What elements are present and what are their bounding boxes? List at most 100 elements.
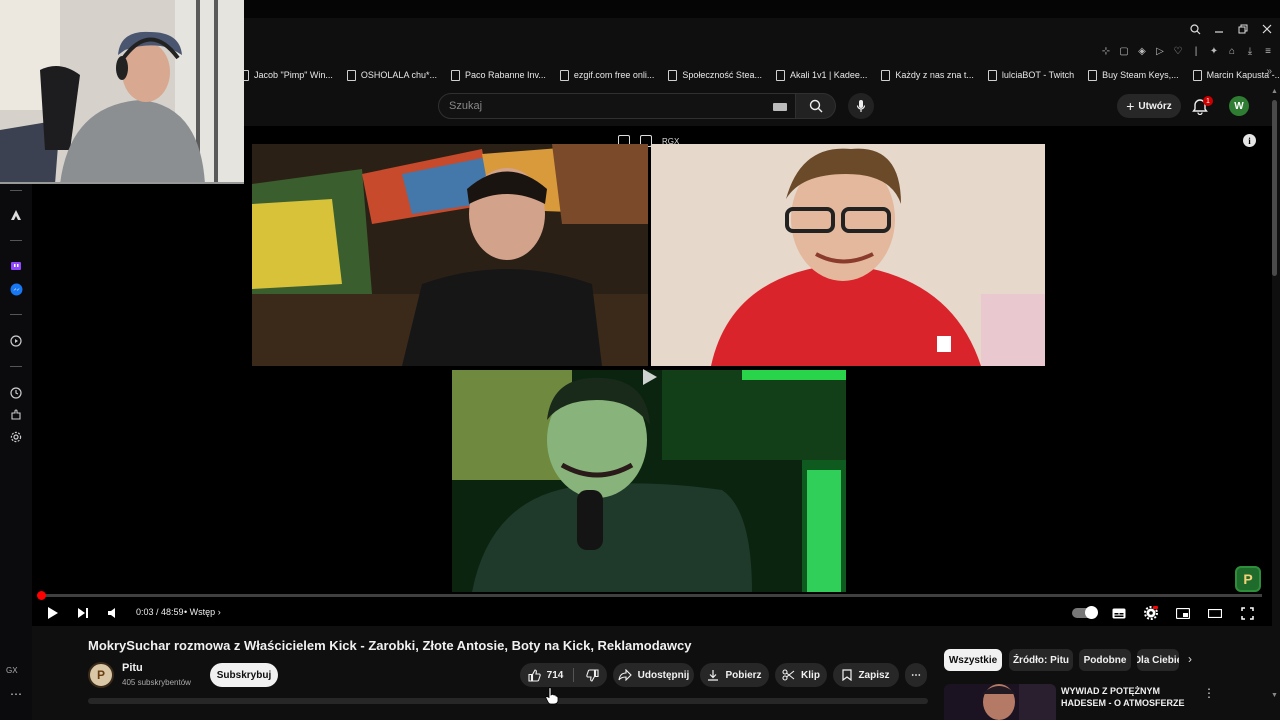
miniplayer-button[interactable] bbox=[1174, 602, 1192, 624]
account-avatar[interactable]: W bbox=[1229, 96, 1249, 116]
progress-scrubber[interactable] bbox=[37, 591, 46, 600]
theater-button[interactable] bbox=[1206, 602, 1224, 624]
twitch-icon[interactable] bbox=[8, 259, 24, 275]
more-actions-button[interactable]: ⋯ bbox=[905, 663, 927, 687]
download-label: Pobierz bbox=[725, 669, 762, 681]
microphone-icon bbox=[856, 100, 866, 112]
bookmarks-bar: Jacob "Pimp" Win... OSHOLALA chu*... Paco … bbox=[240, 66, 1280, 84]
chapter-title: Wstęp bbox=[189, 607, 216, 617]
chip-filter[interactable]: Źródło: Pitu bbox=[1009, 649, 1073, 671]
subtitles-button[interactable] bbox=[1110, 602, 1128, 624]
dislike-button[interactable] bbox=[580, 668, 599, 682]
save-button[interactable]: Zapisz bbox=[833, 663, 899, 687]
volume-button[interactable] bbox=[104, 602, 122, 624]
channel-avatar[interactable]: P bbox=[88, 662, 114, 688]
pin-icon[interactable]: ⊹ bbox=[1100, 44, 1112, 58]
download-icon[interactable]: ⤓ bbox=[1244, 44, 1256, 58]
more-vertical-icon[interactable]: ⋮ bbox=[1203, 686, 1215, 700]
restore-icon[interactable] bbox=[1236, 22, 1250, 36]
save-label: Zapisz bbox=[858, 669, 890, 681]
page-icon bbox=[775, 69, 785, 81]
clip-button[interactable]: Klip bbox=[775, 663, 827, 687]
bookmark-item[interactable]: Buy Steam Keys,... bbox=[1088, 69, 1179, 81]
bookmark-item[interactable]: OSHOLALA chu*... bbox=[346, 69, 437, 81]
voice-search-button[interactable] bbox=[848, 93, 874, 119]
history-icon[interactable] bbox=[8, 385, 24, 401]
player-icon[interactable] bbox=[8, 333, 24, 349]
snapshot-icon[interactable]: ▢ bbox=[1118, 44, 1130, 58]
download-button[interactable]: Pobierz bbox=[700, 663, 769, 687]
chapter-separator: • bbox=[184, 607, 188, 617]
recommendation-thumbnail[interactable] bbox=[944, 684, 1056, 720]
streamer-webcam bbox=[0, 0, 244, 184]
shield-icon[interactable]: ◈ bbox=[1136, 44, 1148, 58]
play-overlay-icon[interactable] bbox=[642, 368, 658, 386]
share-button[interactable]: Udostępnij bbox=[613, 663, 694, 687]
bookmark-item[interactable]: Każdy z nas zna t... bbox=[881, 69, 974, 81]
like-dislike-group: 714 bbox=[520, 663, 607, 687]
chip-filter[interactable]: Wszystkie bbox=[944, 649, 1002, 671]
bookmark-item[interactable]: Paco Rabanne Inv... bbox=[450, 69, 546, 81]
messenger-icon[interactable] bbox=[8, 281, 24, 297]
keyboard-icon[interactable] bbox=[773, 103, 787, 111]
search-box[interactable] bbox=[438, 93, 796, 119]
search-input[interactable] bbox=[449, 100, 749, 112]
vpn-icon[interactable]: ⌂ bbox=[1226, 44, 1238, 58]
chevron-right-icon[interactable]: › bbox=[1188, 652, 1192, 666]
share-icon bbox=[618, 669, 632, 681]
chapter-button[interactable]: • Wstęp › bbox=[184, 607, 221, 617]
bookmark-item[interactable]: ezgif.com free onli... bbox=[559, 69, 654, 81]
more-bookmarks-icon[interactable]: » bbox=[1266, 66, 1272, 77]
aria-icon[interactable] bbox=[8, 207, 24, 223]
play-button[interactable] bbox=[44, 602, 62, 624]
subscribe-button[interactable]: Subskrybuj bbox=[210, 663, 278, 687]
page-icon bbox=[987, 69, 997, 81]
video-frame-host bbox=[252, 144, 648, 366]
settings-button[interactable] bbox=[1142, 602, 1160, 624]
bookmark-item[interactable]: Społeczność Stea... bbox=[668, 69, 762, 81]
subtitles-icon bbox=[1112, 608, 1126, 618]
bookmark-item[interactable]: Jacob "Pimp" Win... bbox=[240, 69, 333, 81]
scroll-up-icon[interactable]: ▲ bbox=[1271, 88, 1278, 95]
gx-corner-label[interactable]: GX bbox=[6, 666, 18, 675]
bookmark-label: Każdy z nas zna t... bbox=[895, 70, 974, 80]
like-count: 714 bbox=[546, 669, 564, 681]
description-box[interactable] bbox=[88, 698, 928, 704]
next-button[interactable] bbox=[74, 602, 92, 624]
page-icon bbox=[668, 69, 678, 81]
chip-filter[interactable]: Podobne bbox=[1079, 649, 1131, 671]
channel-name[interactable]: Pitu bbox=[122, 662, 143, 674]
window-controls bbox=[1188, 22, 1274, 36]
heart-icon[interactable]: ♡ bbox=[1172, 44, 1184, 58]
close-icon[interactable] bbox=[1260, 22, 1274, 36]
channel-watermark[interactable]: P bbox=[1235, 566, 1261, 592]
create-button[interactable]: + Utwórz bbox=[1117, 94, 1181, 118]
like-button[interactable]: 714 bbox=[528, 668, 575, 682]
play-ext-icon[interactable]: ▷ bbox=[1154, 44, 1166, 58]
settings-icon[interactable] bbox=[8, 429, 24, 445]
search-tabs-icon[interactable] bbox=[1188, 22, 1202, 36]
bookmark-label: Paco Rabanne Inv... bbox=[464, 70, 546, 80]
channel-subscriber-count: 405 subskrybentów bbox=[122, 678, 191, 687]
puzzle-icon[interactable]: ✦ bbox=[1208, 44, 1220, 58]
fullscreen-button[interactable] bbox=[1238, 602, 1256, 624]
minimize-icon[interactable] bbox=[1212, 22, 1226, 36]
bookmark-item[interactable]: Akali 1v1 | Kadee... bbox=[775, 69, 867, 81]
gear-icon bbox=[1144, 606, 1158, 620]
autoplay-toggle[interactable] bbox=[1072, 606, 1098, 619]
fullscreen-icon bbox=[1240, 606, 1254, 620]
info-icon[interactable]: i bbox=[1243, 134, 1256, 147]
search-button[interactable] bbox=[796, 93, 836, 119]
play-icon bbox=[48, 607, 58, 619]
progress-bar[interactable] bbox=[37, 591, 1262, 600]
thumbs-up-icon bbox=[528, 668, 541, 682]
page-scrollbar[interactable] bbox=[1272, 100, 1277, 276]
bookmark-item[interactable]: lulciaBOT - Twitch bbox=[987, 69, 1074, 81]
extensions-icon[interactable] bbox=[8, 407, 24, 423]
chip-filter[interactable]: Dla Ciebie bbox=[1137, 649, 1179, 671]
menu-icon[interactable]: ≡ bbox=[1262, 44, 1274, 58]
scroll-down-icon[interactable]: ▼ bbox=[1271, 692, 1278, 699]
more-horizontal-icon: ⋯ bbox=[911, 669, 921, 681]
more-icon[interactable]: ⋯ bbox=[8, 686, 24, 702]
recommendation-title[interactable]: WYWIAD Z POTĘŻNYM HADESEM - O ATMOSFERZE bbox=[1061, 685, 1191, 709]
